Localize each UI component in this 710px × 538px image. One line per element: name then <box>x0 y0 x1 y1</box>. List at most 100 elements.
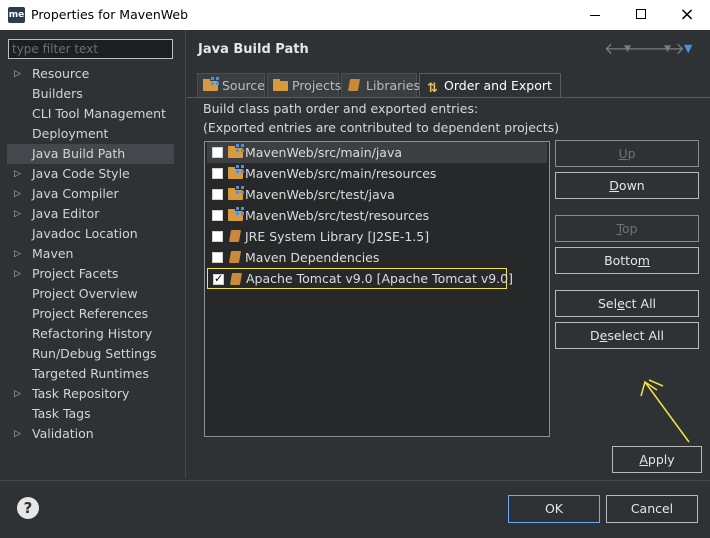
minimize-icon <box>590 15 600 16</box>
source-folder-icon <box>203 77 219 91</box>
back-menu-chevron-icon[interactable]: ▼ <box>624 40 631 58</box>
export-checkbox[interactable] <box>212 231 223 242</box>
classpath-entry[interactable]: Maven Dependencies <box>207 247 547 268</box>
source-folder-icon <box>228 144 244 158</box>
tree-item-label: Maven <box>32 246 74 261</box>
bottom-button[interactable]: Bottom <box>555 247 699 274</box>
classpath-entry-list[interactable]: MavenWeb/src/main/java MavenWeb/src/main/… <box>204 141 550 437</box>
tree-item-label: Task Repository <box>32 386 130 401</box>
tree-item-label: Javadoc Location <box>32 226 138 241</box>
export-checkbox[interactable] <box>212 168 223 179</box>
classpath-entry[interactable]: MavenWeb/src/main/java <box>207 142 547 163</box>
deselect-all-button[interactable]: Deselect All <box>555 322 699 349</box>
expand-arrow-icon[interactable]: ▷ <box>14 244 21 264</box>
tab-label: Order and Export <box>444 78 552 93</box>
tree-item[interactable]: CLI Tool Management <box>0 104 185 124</box>
tab-label: Source <box>222 78 265 93</box>
tree-item-label: Run/Debug Settings <box>32 346 157 361</box>
expand-arrow-icon[interactable]: ▷ <box>14 204 21 224</box>
expand-arrow-icon[interactable]: ▷ <box>14 424 21 444</box>
tree-item[interactable]: ▷ Maven <box>0 244 185 264</box>
expand-arrow-icon[interactable]: ▷ <box>14 264 21 284</box>
forward-menu-chevron-icon[interactable]: ▼ <box>664 40 671 58</box>
entry-label: MavenWeb/src/test/resources <box>245 208 430 223</box>
expand-arrow-icon[interactable]: ▷ <box>14 184 21 204</box>
classpath-entry[interactable]: MavenWeb/src/test/java <box>207 184 547 205</box>
expand-arrow-icon[interactable]: ▷ <box>14 64 21 84</box>
dialog-footer: ? OK Cancel <box>0 480 710 538</box>
tree-item-label: Java Compiler <box>32 186 119 201</box>
classpath-entry[interactable]: Apache Tomcat v9.0 [Apache Tomcat v9.0] <box>207 268 513 289</box>
tree-item[interactable]: Builders <box>0 84 185 104</box>
tree-item[interactable]: Run/Debug Settings <box>0 344 185 364</box>
tree-item[interactable]: ▷ Java Code Style <box>0 164 185 184</box>
projects-folder-icon <box>273 79 289 91</box>
filter-input[interactable] <box>8 39 173 59</box>
down-button[interactable]: Down <box>555 172 699 199</box>
tree-item-label: Builders <box>32 86 83 101</box>
description-line-2: (Exported entries are contributed to dep… <box>203 120 560 135</box>
top-button[interactable]: Top <box>555 215 699 242</box>
tree-item[interactable]: ▷ Resource <box>0 64 185 84</box>
tree-item[interactable]: ▷ Task Repository <box>0 384 185 404</box>
ok-button[interactable]: OK <box>508 495 600 523</box>
export-checkbox[interactable] <box>212 252 223 263</box>
source-folder-icon <box>228 207 244 221</box>
tree-item[interactable]: ▷ Project Facets <box>0 264 185 284</box>
preference-tree: ▷ Resource Builders CLI Tool Management Depl… <box>0 64 185 444</box>
tree-item[interactable]: ▷ Java Compiler <box>0 184 185 204</box>
tree-item-label: Validation <box>32 426 94 441</box>
page-title: Java Build Path <box>198 42 309 57</box>
tab-source[interactable]: Source <box>197 73 265 97</box>
library-icon <box>347 79 363 91</box>
entry-label: MavenWeb/src/main/java <box>245 145 403 160</box>
tree-item[interactable]: Targeted Runtimes <box>0 364 185 384</box>
tree-item[interactable]: Deployment <box>0 124 185 144</box>
tree-item-label: Targeted Runtimes <box>32 366 149 381</box>
tab-projects[interactable]: Projects <box>267 73 341 97</box>
tree-item-label: Resource <box>32 66 90 81</box>
tree-item-label: Project Facets <box>32 266 119 281</box>
tree-item[interactable]: Javadoc Location <box>0 224 185 244</box>
library-icon <box>228 251 244 263</box>
classpath-entry[interactable]: JRE System Library [J2SE-1.5] <box>207 226 547 247</box>
export-checkbox[interactable] <box>212 210 223 221</box>
apply-button[interactable]: Apply <box>612 446 702 473</box>
source-folder-icon <box>228 186 244 200</box>
cancel-button[interactable]: Cancel <box>606 495 698 523</box>
view-menu-icon[interactable]: ▼ <box>684 40 692 58</box>
select-all-button[interactable]: Select All <box>555 290 699 317</box>
maximize-button[interactable] <box>618 0 664 30</box>
help-icon[interactable]: ? <box>17 497 39 519</box>
tree-item[interactable]: Refactoring History <box>0 324 185 344</box>
app-icon: me <box>8 7 25 23</box>
export-checkbox[interactable] <box>212 147 223 158</box>
tab-libraries[interactable]: Libraries <box>341 73 420 97</box>
left-pane: ▷ Resource Builders CLI Tool Management Depl… <box>0 30 186 478</box>
tab-label: Libraries <box>366 78 420 93</box>
classpath-entry[interactable]: MavenWeb/src/main/resources <box>207 163 547 184</box>
up-button[interactable]: Up <box>555 140 699 167</box>
tree-item[interactable]: Java Build Path <box>7 144 174 164</box>
library-icon <box>229 273 245 285</box>
tree-item-label: Java Build Path <box>32 146 126 161</box>
tree-item-label: Java Code Style <box>32 166 130 181</box>
tree-item[interactable]: Task Tags <box>0 404 185 424</box>
export-checkbox[interactable] <box>212 189 223 200</box>
minimize-button[interactable] <box>572 0 618 30</box>
title-bar: me Properties for MavenWeb × <box>0 0 710 30</box>
expand-arrow-icon[interactable]: ▷ <box>14 164 21 184</box>
tab-order-and-export[interactable]: ⇅ Order and Export <box>419 73 561 97</box>
classpath-entry[interactable]: MavenWeb/src/test/resources <box>207 205 547 226</box>
expand-arrow-icon[interactable]: ▷ <box>14 384 21 404</box>
close-button[interactable]: × <box>664 0 710 30</box>
entry-label: JRE System Library [J2SE-1.5] <box>245 229 430 244</box>
tree-item-label: Deployment <box>32 126 109 141</box>
tree-item-label: Java Editor <box>32 206 100 221</box>
tree-item[interactable]: Project Overview <box>0 284 185 304</box>
close-icon: × <box>679 4 695 25</box>
tree-item[interactable]: Project References <box>0 304 185 324</box>
export-checkbox[interactable] <box>213 269 224 288</box>
tree-item[interactable]: ▷ Java Editor <box>0 204 185 224</box>
tree-item[interactable]: ▷ Validation <box>0 424 185 444</box>
